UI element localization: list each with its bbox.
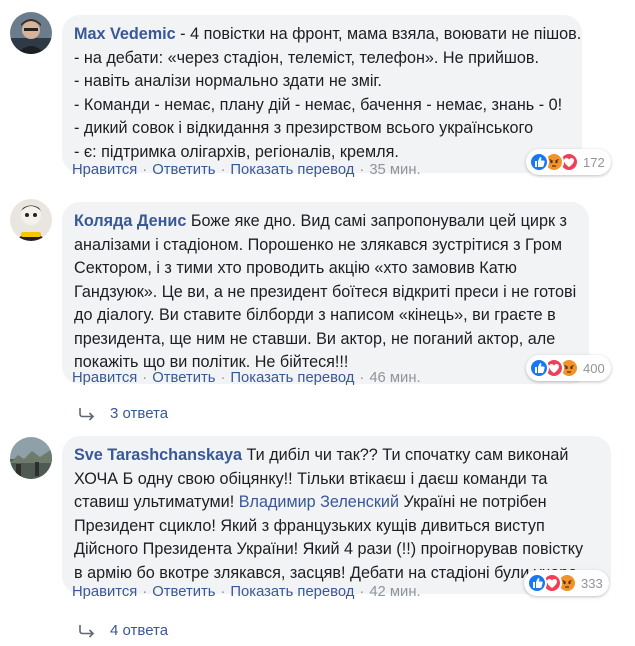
translate-button[interactable]: Показать перевод (230, 162, 354, 178)
comment-bubble: Max Vedemic - 4 повістки на фронт, мама … (62, 15, 582, 173)
reactions-summary[interactable]: 172 (526, 149, 611, 175)
comment-text: в армію бо вкотре злякався, засцяв! Деба… (74, 563, 582, 582)
like-icon (529, 152, 549, 172)
comment-text: Україні не потрібен (399, 493, 547, 511)
like-button[interactable]: Нравится (72, 162, 137, 178)
reply-arrow-icon (79, 624, 95, 638)
comment-text: - 4 повістки на фронт, мама взяла, воюва… (175, 25, 582, 43)
comment-author[interactable]: Коляда Денис (74, 212, 186, 230)
reactions-summary[interactable]: 333 (524, 570, 609, 596)
view-replies-link[interactable]: 4 ответа (78, 622, 168, 639)
comment-text: Боже яке дно. Вид самі запропонували цей… (186, 212, 567, 230)
comment-actions: Нравится · Ответить · Показать перевод · 42 ми… (72, 584, 421, 600)
comment-text: аналізами і стадіоном. Порошенко не зляк… (74, 235, 563, 254)
like-button[interactable]: Нравится (72, 584, 137, 600)
comment-author[interactable]: Max Vedemic (74, 25, 176, 43)
comment-actions: Нравится · Ответить · Показать перевод · 35 ми… (72, 162, 421, 178)
comment-text: Гандзуюк». Це ви, а не президент боїтеся… (74, 282, 577, 301)
comment-text: - Команди - немає, плану дій - немає, ба… (74, 95, 563, 114)
reaction-count: 172 (583, 154, 605, 170)
comment-text: до діалогу. Ви ставите білборди з написо… (74, 306, 556, 324)
reply-button[interactable]: Ответить (152, 162, 215, 178)
avatar[interactable] (10, 437, 52, 479)
comment-text: Дійсного Президента України! Який 4 рази… (74, 540, 584, 558)
timestamp[interactable]: 46 мин. (369, 370, 420, 386)
comment-actions: Нравится · Ответить · Показать перевод · 46 ми… (72, 370, 421, 386)
user-mention-link[interactable]: Владимир Зеленский (239, 493, 399, 511)
reaction-count: 400 (583, 360, 605, 376)
reactions-summary[interactable]: 400 (526, 355, 611, 381)
avatar[interactable] (10, 12, 52, 54)
reply-button[interactable]: Ответить (152, 370, 215, 386)
replies-count[interactable]: 3 ответа (110, 405, 168, 422)
reply-arrow-icon (79, 407, 95, 421)
comment-text: ХОЧА Б одну свою обіцянку!! Тільки втіка… (74, 469, 548, 488)
comment-text: Президент сцикло! Який з французьких кущ… (74, 516, 545, 535)
comment-author[interactable]: Sve Tarashchanskaya (74, 446, 242, 464)
view-replies-link[interactable]: 3 ответа (78, 405, 168, 422)
comment-text: - на дебати: «через стадіон, телеміст, т… (74, 48, 540, 67)
comment-text: - дикий совок і відкидання з презирством… (74, 119, 534, 137)
comment-bubble: Sve Tarashchanskaya Ти дибіл чи так?? Ти… (62, 436, 611, 594)
like-button[interactable]: Нравится (72, 370, 137, 386)
comment-text: ставиш ультиматуми! (74, 493, 239, 511)
replies-count[interactable]: 4 ответа (110, 622, 168, 639)
comment-text: Ти дибіл чи так?? Ти спочатку сам викона… (241, 446, 569, 464)
comment-text: - навіть аналізи нормально здати не зміг… (74, 72, 382, 90)
comment-bubble: Коляда Денис Боже яке дно. Вид самі запр… (62, 202, 589, 384)
reply-button[interactable]: Ответить (152, 584, 215, 600)
timestamp[interactable]: 42 мин. (369, 584, 420, 600)
like-icon (527, 573, 547, 593)
like-icon (529, 358, 549, 378)
translate-button[interactable]: Показать перевод (230, 584, 354, 600)
reaction-count: 333 (581, 575, 603, 591)
comment-text: - є: підтримка олігархів, регіоналів, кр… (74, 142, 399, 161)
avatar[interactable] (10, 199, 52, 241)
translate-button[interactable]: Показать перевод (230, 370, 354, 386)
comment-text: президента, ще ним не ставши. Ви актор, … (74, 329, 556, 348)
timestamp[interactable]: 35 мин. (369, 162, 420, 178)
comment-text: Сектором, і з тими хто проводить акцію «… (74, 259, 517, 277)
